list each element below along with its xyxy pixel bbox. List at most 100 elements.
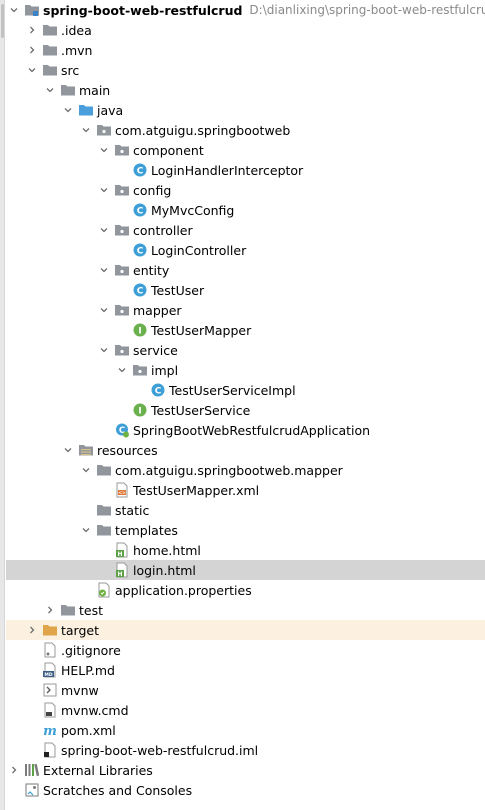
tree-label: mvnw.cmd: [61, 702, 129, 718]
chevron-down-icon[interactable]: [78, 522, 94, 538]
scrollbar-thumb[interactable]: [1, 4, 4, 38]
tree-label: MyMvcConfig: [151, 202, 235, 218]
tree-node-impl[interactable]: impl: [6, 360, 485, 380]
tree-label: target: [61, 622, 100, 638]
markdown-file-icon: MD: [42, 662, 58, 678]
package-icon: [132, 362, 148, 378]
tree-label: HELP.md: [61, 662, 115, 678]
tree-label: entity: [133, 262, 170, 278]
chevron-down-icon[interactable]: [78, 122, 94, 138]
chevron-down-icon[interactable]: [96, 342, 112, 358]
tree-node-component[interactable]: component: [6, 140, 485, 160]
tree-node-test-user-mapper-xml[interactable]: <> TestUserMapper.xml: [6, 480, 485, 500]
tree-node-idea[interactable]: .idea: [6, 20, 485, 40]
tree-node-home-html[interactable]: H home.html: [6, 540, 485, 560]
chevron-down-icon[interactable]: [96, 222, 112, 238]
tree-node-src[interactable]: src: [6, 60, 485, 80]
tree-node-external-libraries[interactable]: External Libraries: [6, 760, 485, 780]
tree-node-test-user-mapper[interactable]: I TestUserMapper: [6, 320, 485, 340]
chevron-down-icon[interactable]: [96, 262, 112, 278]
tree-label: .gitignore: [61, 642, 121, 658]
tree-label: home.html: [133, 542, 201, 558]
tree-node-login-controller[interactable]: C LoginController: [6, 240, 485, 260]
folder-icon: [96, 502, 112, 518]
tree-label: java: [97, 102, 124, 118]
chevron-right-icon[interactable]: [24, 22, 40, 38]
tree-node-mvn[interactable]: .mvn: [6, 40, 485, 60]
folder-icon: [60, 82, 76, 98]
tree-label: com.atguigu.springbootweb: [115, 122, 291, 138]
tree-node-gitignore[interactable]: .gitignore: [6, 640, 485, 660]
tree-node-resources[interactable]: resources: [6, 440, 485, 460]
tree-node-test-user-service-impl[interactable]: C TestUserServiceImpl: [6, 380, 485, 400]
tree-node-project-root[interactable]: spring-boot-web-restfulcrud D:\dianlixin…: [6, 0, 485, 20]
package-icon: [114, 142, 130, 158]
tree-node-test-user-service[interactable]: I TestUserService: [6, 400, 485, 420]
class-icon: C: [132, 282, 148, 298]
tree-node-iml[interactable]: spring-boot-web-restfulcrud.iml: [6, 740, 485, 760]
tree-node-my-mvc-config[interactable]: C MyMvcConfig: [6, 200, 485, 220]
chevron-down-icon[interactable]: [96, 182, 112, 198]
tree-node-main[interactable]: main: [6, 80, 485, 100]
folder-icon: [60, 602, 76, 618]
svg-text:C: C: [137, 207, 144, 217]
script-file-icon: [42, 682, 58, 698]
xml-file-icon: <>: [114, 482, 130, 498]
chevron-right-icon[interactable]: [24, 622, 40, 638]
tree-node-config[interactable]: config: [6, 180, 485, 200]
tree-node-help-md[interactable]: MD HELP.md: [6, 660, 485, 680]
project-path: D:\dianlixing\spring-boot-web-restfulcru…: [249, 3, 485, 17]
tree-node-java[interactable]: java: [6, 100, 485, 120]
tree-node-mapper[interactable]: mapper: [6, 300, 485, 320]
folder-icon: [96, 462, 112, 478]
package-icon: [114, 302, 130, 318]
chevron-right-icon[interactable]: [42, 602, 58, 618]
folder-icon: [42, 62, 58, 78]
chevron-down-icon[interactable]: [60, 442, 76, 458]
tree-label: static: [115, 502, 150, 518]
tree-node-templates[interactable]: templates: [6, 520, 485, 540]
svg-text:C: C: [137, 167, 144, 177]
tree-node-test-user[interactable]: C TestUser: [6, 280, 485, 300]
spring-boot-class-icon: C: [114, 422, 130, 438]
chevron-down-icon[interactable]: [24, 62, 40, 78]
tree-node-service[interactable]: service: [6, 340, 485, 360]
tree-node-test[interactable]: test: [6, 600, 485, 620]
chevron-down-icon[interactable]: [78, 462, 94, 478]
tree-label: SpringBootWebRestfulcrudApplication: [133, 422, 371, 438]
tree-node-mapper-pkg[interactable]: com.atguigu.springbootweb.mapper: [6, 460, 485, 480]
tree-node-package[interactable]: com.atguigu.springbootweb: [6, 120, 485, 140]
tree-node-pom-xml[interactable]: m pom.xml: [6, 720, 485, 740]
html-file-icon: H: [114, 562, 130, 578]
chevron-down-icon[interactable]: [60, 102, 76, 118]
folder-icon: [96, 522, 112, 538]
tree-label: resources: [97, 442, 158, 458]
tree-label: LoginHandlerInterceptor: [151, 162, 304, 178]
tree-node-mvnw-cmd[interactable]: mvnw.cmd: [6, 700, 485, 720]
tree-label: .idea: [61, 22, 92, 38]
tree-node-application-properties[interactable]: application.properties: [6, 580, 485, 600]
folder-icon: [42, 42, 58, 58]
chevron-down-icon[interactable]: [96, 302, 112, 318]
tree-node-static[interactable]: static: [6, 500, 485, 520]
tree-node-target[interactable]: target: [6, 620, 485, 640]
chevron-down-icon[interactable]: [96, 142, 112, 158]
chevron-down-icon[interactable]: [42, 82, 58, 98]
tree-node-login-html[interactable]: H login.html: [6, 560, 485, 580]
tree-node-application-class[interactable]: C SpringBootWebRestfulcrudApplication: [6, 420, 485, 440]
chevron-right-icon[interactable]: [6, 762, 22, 778]
tree-node-controller[interactable]: controller: [6, 220, 485, 240]
tool-window-stripe: [0, 0, 5, 810]
chevron-down-icon[interactable]: [6, 2, 22, 18]
chevron-right-icon[interactable]: [24, 42, 40, 58]
chevron-down-icon[interactable]: [114, 362, 130, 378]
project-folder-icon: [24, 2, 40, 18]
tree-node-scratches[interactable]: Scratches and Consoles: [6, 780, 485, 800]
tree-node-mvnw[interactable]: mvnw: [6, 680, 485, 700]
tree-label: External Libraries: [43, 762, 153, 778]
resource-folder-icon: [78, 442, 94, 458]
tree-node-login-handler-interceptor[interactable]: C LoginHandlerInterceptor: [6, 160, 485, 180]
package-icon: [114, 222, 130, 238]
project-tree: spring-boot-web-restfulcrud D:\dianlixin…: [6, 0, 485, 800]
tree-node-entity[interactable]: entity: [6, 260, 485, 280]
